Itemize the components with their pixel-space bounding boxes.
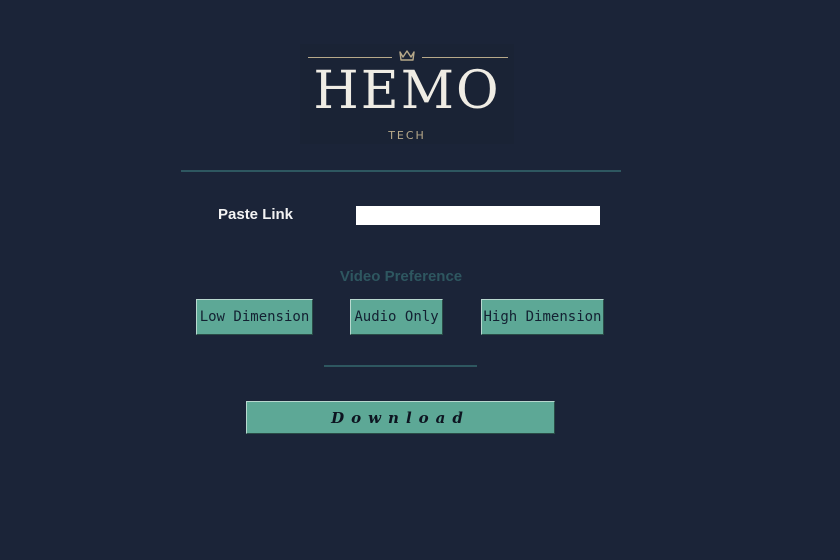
logo-wordmark: HEMO: [313, 61, 501, 121]
logo-rule-right: [422, 57, 508, 58]
hemo-tech-logo: HEMO TECH: [300, 44, 514, 144]
logo-rule-left: [308, 57, 392, 58]
paste-link-label: Paste Link: [218, 206, 294, 223]
middle-divider: [324, 365, 477, 367]
logo-subtitle: TECH: [388, 129, 426, 142]
top-divider: [181, 170, 621, 172]
high-dimension-button[interactable]: High Dimension: [481, 299, 604, 335]
low-dimension-button[interactable]: Low Dimension: [196, 299, 313, 335]
download-button[interactable]: Download: [246, 401, 555, 434]
video-preference-label: Video Preference: [339, 268, 463, 285]
audio-only-button[interactable]: Audio Only: [350, 299, 443, 335]
link-input[interactable]: [356, 206, 600, 225]
